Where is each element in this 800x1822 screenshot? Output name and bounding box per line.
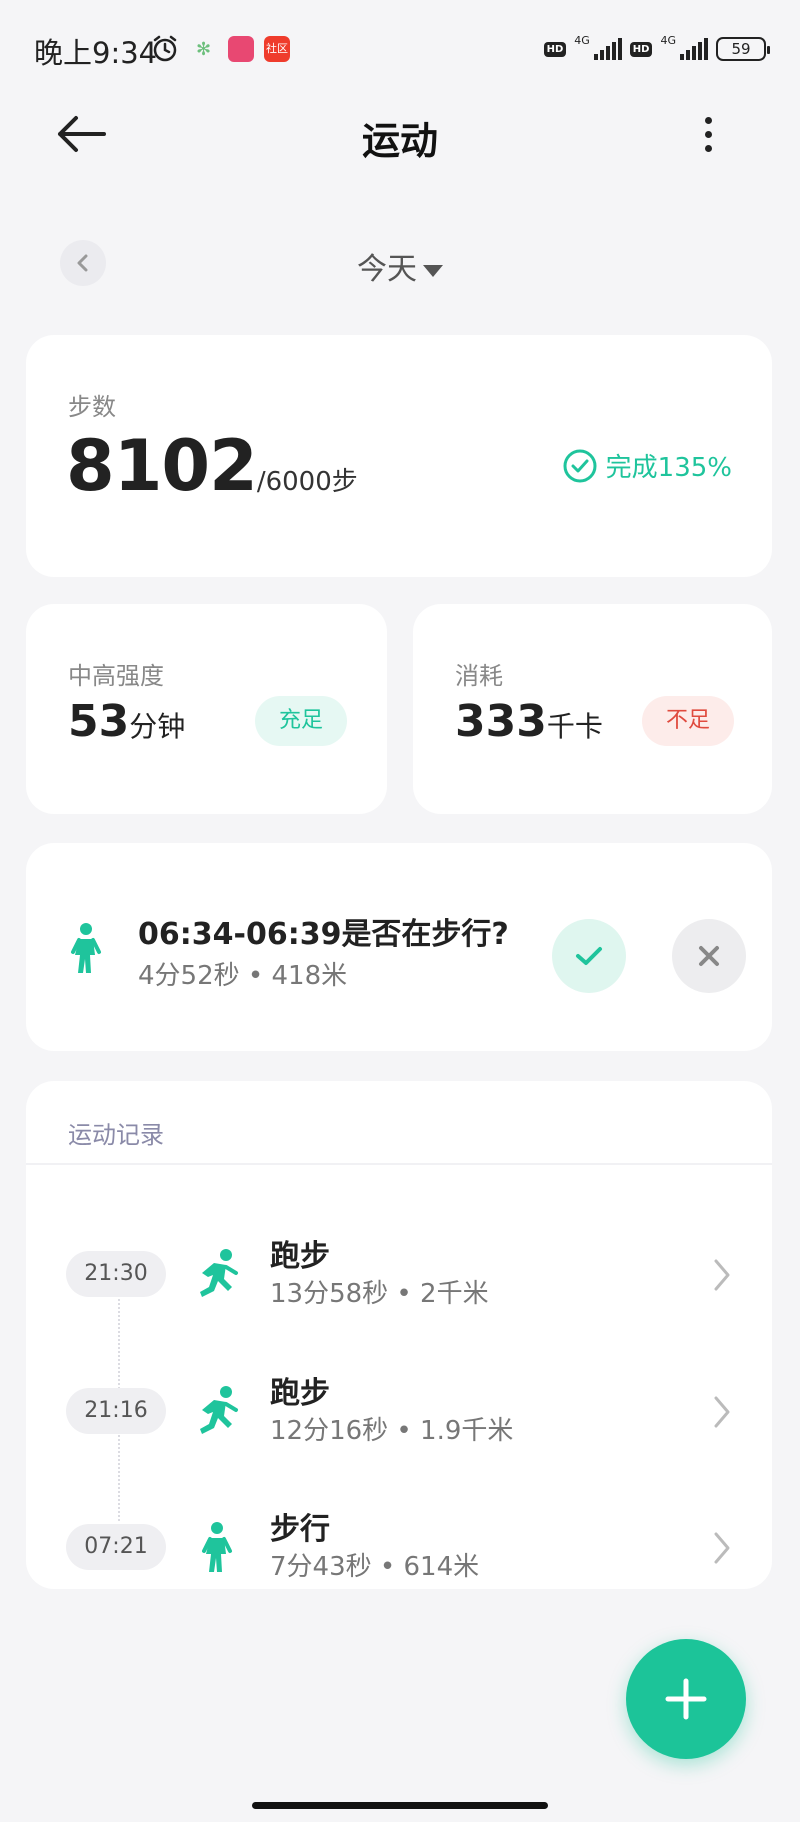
date-label: 今天 bbox=[357, 252, 417, 287]
running-icon bbox=[200, 1249, 238, 1297]
record-name: 跑步 bbox=[270, 1239, 330, 1274]
chevron-left-icon bbox=[77, 254, 88, 272]
record-row[interactable]: 21:16 跑步 12分16秒 • 1.9千米 bbox=[26, 1364, 772, 1464]
calories-status-badge: 不足 bbox=[641, 696, 734, 746]
calories-value: 333 bbox=[455, 696, 547, 747]
status-time: 晚上9:34 bbox=[34, 36, 158, 70]
check-icon bbox=[576, 947, 602, 965]
status-indicators: HD 4G HD 4G 59 bbox=[543, 34, 770, 64]
calories-value-group: 333千卡 bbox=[455, 696, 603, 747]
chevron-right-icon bbox=[714, 1532, 730, 1564]
walk-prompt-title: 06:34-06:39是否在步行? bbox=[138, 917, 509, 952]
intensity-value-group: 53分钟 bbox=[68, 696, 185, 747]
check-circle-icon bbox=[563, 449, 597, 482]
plus-icon bbox=[665, 1678, 707, 1720]
steps-card[interactable]: 步数 8102/6000步 完成135% bbox=[26, 335, 772, 577]
record-detail: 12分16秒 • 1.9千米 bbox=[270, 1416, 514, 1446]
steps-goal: /6000步 bbox=[256, 467, 358, 497]
add-exercise-button[interactable] bbox=[626, 1639, 746, 1759]
caret-down-icon bbox=[423, 264, 443, 277]
exercise-records-card: 运动记录 21:30 跑步 13分58秒 • 2千米 21:16 跑步 12分1… bbox=[26, 1081, 772, 1589]
date-selector[interactable]: 今天 bbox=[300, 244, 500, 288]
completion-text: 完成135% bbox=[605, 453, 732, 483]
steps-value-group: 8102/6000步 bbox=[66, 425, 358, 507]
steps-count: 8102 bbox=[66, 425, 258, 507]
walk-detection-card: 06:34-06:39是否在步行? 4分52秒 • 418米 bbox=[26, 843, 772, 1051]
calories-card[interactable]: 消耗 333千卡 不足 bbox=[413, 604, 772, 814]
walk-prompt-detail: 4分52秒 • 418米 bbox=[138, 961, 348, 991]
record-row[interactable]: 21:30 跑步 13分58秒 • 2千米 bbox=[26, 1227, 772, 1327]
intensity-card[interactable]: 中高强度 53分钟 充足 bbox=[26, 604, 387, 814]
intensity-value: 53 bbox=[68, 696, 130, 747]
completion-badge: 完成135% bbox=[562, 447, 732, 484]
community-app-icon: 社区 bbox=[264, 36, 290, 62]
app-notification-icon: ✻ bbox=[196, 39, 212, 60]
intensity-label: 中高强度 bbox=[68, 662, 164, 690]
record-row[interactable]: 07:21 步行 7分43秒 • 614米 bbox=[26, 1500, 772, 1600]
record-detail: 7分43秒 • 614米 bbox=[270, 1552, 480, 1582]
home-indicator[interactable] bbox=[252, 1802, 548, 1809]
network-type: 4G bbox=[660, 34, 676, 47]
page-title: 运动 bbox=[361, 119, 438, 163]
divider bbox=[26, 1163, 772, 1165]
calories-unit: 千卡 bbox=[546, 710, 603, 743]
signal-icon bbox=[593, 38, 622, 60]
chevron-right-icon bbox=[714, 1396, 730, 1428]
dismiss-walk-button[interactable] bbox=[672, 919, 746, 993]
calories-label: 消耗 bbox=[455, 662, 503, 690]
steps-label: 步数 bbox=[68, 393, 116, 421]
network-type: 4G bbox=[574, 34, 590, 47]
app-notification-icon bbox=[228, 36, 254, 62]
walking-icon bbox=[71, 923, 101, 973]
signal-icon bbox=[680, 38, 708, 60]
intensity-status-badge: 充足 bbox=[254, 696, 347, 746]
records-title: 运动记录 bbox=[68, 1121, 164, 1149]
chevron-right-icon bbox=[714, 1259, 730, 1291]
battery-icon: 59 bbox=[716, 37, 770, 61]
record-time: 21:30 bbox=[66, 1251, 166, 1297]
record-name: 跑步 bbox=[270, 1376, 330, 1411]
alarm-icon bbox=[153, 35, 177, 62]
close-icon bbox=[699, 946, 719, 966]
intensity-unit: 分钟 bbox=[129, 710, 186, 743]
record-detail: 13分58秒 • 2千米 bbox=[270, 1279, 489, 1309]
hd-badge: HD bbox=[543, 41, 567, 57]
hd-badge: HD bbox=[629, 41, 653, 57]
record-name: 步行 bbox=[270, 1512, 330, 1547]
confirm-walk-button[interactable] bbox=[552, 919, 626, 993]
record-time: 07:21 bbox=[66, 1524, 166, 1570]
more-options-icon[interactable] bbox=[690, 112, 726, 156]
walking-icon bbox=[202, 1522, 232, 1572]
previous-day-button[interactable] bbox=[60, 240, 106, 286]
running-icon bbox=[200, 1386, 238, 1434]
record-time: 21:16 bbox=[66, 1388, 166, 1434]
